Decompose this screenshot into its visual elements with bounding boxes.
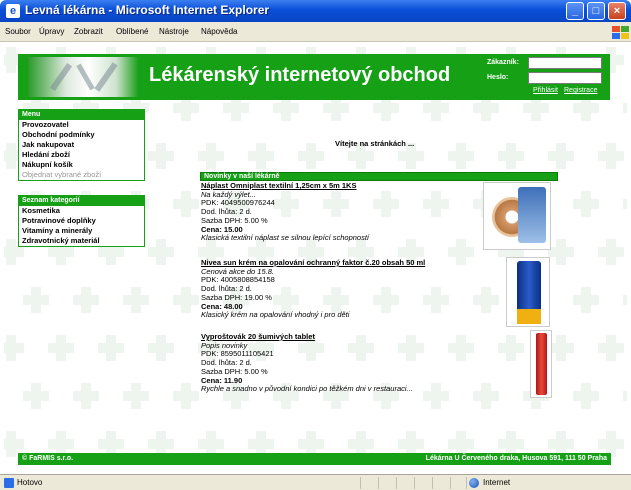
categories-header: Seznam kategorií	[19, 196, 144, 206]
site-footer: © FaRMIS s.r.o. Lékárna U Červeného drak…	[18, 453, 611, 465]
maximize-button[interactable]: □	[587, 2, 605, 20]
menu-box: Menu Provozovatel Obchodní podmínky Jak …	[18, 109, 145, 181]
cross-pattern-tile	[573, 383, 599, 409]
category-zdravotnicky-material[interactable]: Zdravotnický materiál	[19, 236, 144, 246]
customer-label: Zákazník:	[487, 59, 519, 66]
cross-pattern-tile	[173, 287, 199, 313]
password-input[interactable]	[528, 72, 602, 84]
menu-soubor[interactable]: Soubor	[5, 27, 31, 36]
header-logo-image	[28, 57, 138, 97]
site-header: Lékárenský internetový obchod Zákazník: …	[18, 54, 610, 100]
cross-pattern-tile	[48, 335, 74, 361]
cross-pattern-tile	[498, 335, 524, 361]
menu-nastroje[interactable]: Nástroje	[159, 27, 189, 36]
cross-pattern-tile	[623, 383, 627, 409]
cross-pattern-tile	[73, 287, 99, 313]
category-kosmetika[interactable]: Kosmetika	[19, 206, 144, 216]
cross-pattern-tile	[173, 383, 199, 409]
product-omniplast: Náplast Omniplast textilní 1,25cm x 5m 1…	[201, 181, 491, 243]
cross-pattern-tile	[623, 287, 627, 313]
product-vyprostovak: Vyproštovák 20 šumivých tablet Popis nov…	[201, 332, 491, 394]
menu-item-jak-nakupovat[interactable]: Jak nakupovat	[19, 140, 144, 150]
menu-oblibene[interactable]: Oblíbené	[116, 27, 148, 36]
menu-napoveda[interactable]: Nápověda	[201, 27, 237, 36]
customer-input[interactable]	[528, 57, 602, 69]
menu-header: Menu	[19, 110, 144, 120]
categories-box: Seznam kategorií Kosmetika Potravinové d…	[18, 195, 145, 247]
close-button[interactable]: ×	[608, 2, 626, 20]
cross-pattern-tile	[623, 95, 627, 121]
cross-pattern-tile	[73, 383, 99, 409]
menubar: Soubor Úpravy Zobrazit Oblíbené Nástroje…	[0, 22, 631, 42]
cross-pattern-tile	[148, 143, 174, 169]
menu-zobrazit[interactable]: Zobrazit	[74, 27, 103, 36]
cross-pattern-tile	[548, 239, 574, 265]
cross-pattern-tile	[23, 383, 49, 409]
cross-pattern-tile	[173, 191, 199, 217]
page-done-icon	[4, 478, 14, 488]
menu-item-obchodni-podminky[interactable]: Obchodní podmínky	[19, 130, 144, 140]
internet-zone-icon	[469, 478, 479, 488]
cross-pattern-tile	[548, 143, 574, 169]
cross-pattern-tile	[573, 287, 599, 313]
cross-pattern-tile	[198, 143, 224, 169]
windows-logo-icon	[607, 24, 629, 40]
cross-pattern-tile	[598, 239, 624, 265]
footer-address: Lékárna U Červeného draka, Husova 591, 1…	[425, 455, 607, 462]
site-name: Lékárenský internetový obchod	[149, 64, 451, 86]
product-nivea: Nivea sun krém na opalování ochranný fak…	[201, 258, 491, 320]
cross-pattern-tile	[148, 239, 174, 265]
status-text: Hotovo	[17, 478, 43, 487]
product-image-nivea[interactable]	[506, 257, 550, 327]
category-vitaminy[interactable]: Vitamíny a minerály	[19, 226, 144, 236]
menu-item-provozovatel[interactable]: Provozovatel	[19, 120, 144, 130]
cross-pattern-tile	[4, 335, 24, 361]
footer-copyright: © FaRMIS s.r.o.	[22, 455, 74, 462]
cross-pattern-tile	[448, 143, 474, 169]
status-bar: Hotovo Internet	[0, 474, 631, 490]
cross-pattern-tile	[23, 287, 49, 313]
cross-pattern-tile	[573, 191, 599, 217]
category-potravinove-doplnky[interactable]: Potravinové doplňky	[19, 216, 144, 226]
cross-pattern-tile	[123, 287, 149, 313]
cross-pattern-tile	[598, 335, 624, 361]
register-link[interactable]: Registrace	[564, 87, 597, 94]
minimize-button[interactable]: _	[566, 2, 584, 20]
password-label: Heslo:	[487, 74, 509, 81]
cross-pattern-tile	[123, 383, 149, 409]
page-content: Lékárenský internetový obchod Zákazník: …	[4, 43, 627, 473]
login-link[interactable]: Přihlásit	[533, 87, 558, 94]
product-image-vyprostovak[interactable]	[530, 330, 552, 398]
product-description: Klasická textilní náplast se silnou lepí…	[201, 233, 370, 243]
cross-pattern-tile	[148, 335, 174, 361]
window-titlebar[interactable]: e Levná lékárna - Microsoft Internet Exp…	[0, 0, 631, 22]
cross-pattern-tile	[623, 191, 627, 217]
menu-item-nakupni-kosik[interactable]: Nákupní košík	[19, 160, 144, 170]
menu-item-objednat: Objednat vybrané zboží	[22, 170, 102, 179]
cross-pattern-tile	[598, 143, 624, 169]
product-vat: Sazba DPH: 5.00 %	[201, 366, 268, 376]
product-description: Klasický krém na opalování vhodný i pro …	[201, 310, 350, 320]
menu-item-hledani-zbozi[interactable]: Hledání zboží	[19, 150, 144, 160]
cross-pattern-tile	[298, 143, 324, 169]
product-description: Rychle a snadno v původní kondici po těž…	[201, 384, 413, 394]
product-vat: Sazba DPH: 5.00 %	[201, 215, 268, 225]
product-vat: Sazba DPH: 19.00 %	[201, 292, 272, 302]
window-title: Levná lékárna - Microsoft Internet Explo…	[25, 3, 270, 17]
ie-icon: e	[6, 4, 20, 18]
cross-pattern-tile	[98, 335, 124, 361]
news-header: Novinky v naší lékárně	[200, 172, 558, 181]
zone-text: Internet	[483, 478, 511, 487]
welcome-text: Vítejte na stránkách ...	[335, 139, 415, 148]
cross-pattern-tile	[498, 143, 524, 169]
menu-upravy[interactable]: Úpravy	[39, 27, 64, 36]
cross-pattern-tile	[248, 143, 274, 169]
product-image-omniplast[interactable]	[483, 182, 551, 250]
